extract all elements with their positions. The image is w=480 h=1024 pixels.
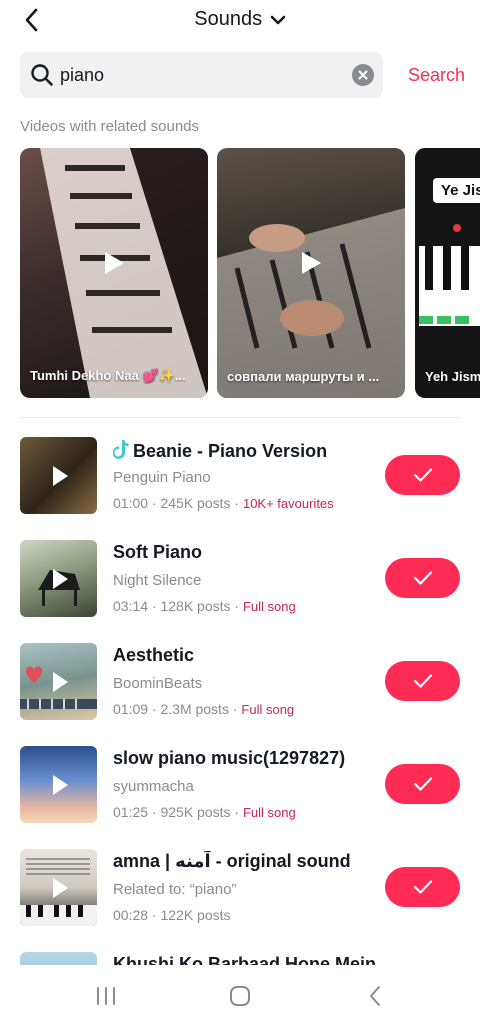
sound-meta-row: 01:09 · 2.3M posts · Full song [113, 701, 378, 717]
sound-thumbnail[interactable] [20, 643, 97, 720]
video-overlay-text: Ye Jis [433, 178, 480, 203]
video-card[interactable]: Ye Jis Yeh Jism [415, 148, 480, 398]
sound-meta: 03:14 · 128K posts · [113, 598, 243, 614]
use-sound-button[interactable] [385, 661, 460, 701]
home-icon [230, 986, 250, 1006]
piano-app-image [419, 224, 480, 326]
back-chevron-icon [370, 986, 380, 1006]
check-icon [413, 468, 432, 482]
sounds-title-dropdown[interactable]: Sounds [0, 8, 480, 31]
sound-artist: Penguin Piano [113, 469, 211, 486]
sound-title: Soft Piano [113, 542, 202, 562]
play-icon [302, 252, 321, 274]
sound-tag: 10K+ favourites [242, 496, 334, 511]
sound-thumbnail[interactable] [20, 952, 97, 965]
use-sound-button[interactable] [385, 867, 460, 907]
sound-meta: 00:28 · 122K posts [113, 907, 231, 923]
sound-meta: 01:25 · 925K posts · [113, 804, 243, 820]
related-videos-carousel[interactable]: Tumhi Dekho Naa 💕✨... совпали маршруты и… [20, 148, 480, 398]
check-icon [413, 674, 432, 688]
search-query-text: piano [60, 65, 105, 85]
sound-title: Beanie - Piano Version [133, 441, 328, 461]
sound-meta-row: 00:28 · 122K posts [113, 907, 378, 923]
play-icon [52, 671, 68, 692]
search-row: piano Search [20, 52, 465, 98]
sound-item[interactable]: amna | آمنه - original sound Related to:… [0, 849, 480, 929]
play-icon [105, 252, 124, 274]
video-caption: совпали маршруты и ... [227, 369, 380, 384]
search-icon [31, 64, 53, 86]
sound-artist: syummacha [113, 778, 194, 795]
sound-thumbnail[interactable] [20, 437, 97, 514]
sound-thumbnail[interactable] [20, 746, 97, 823]
sound-title: Aesthetic [113, 645, 195, 665]
use-sound-button[interactable] [385, 764, 460, 804]
check-icon [413, 571, 432, 585]
sound-item[interactable]: slow piano music(1297827) syummacha 01:2… [0, 746, 480, 826]
sound-meta: 01:00 · 245K posts · [113, 495, 243, 511]
tiktok-note-icon [113, 440, 129, 459]
check-icon [413, 777, 432, 791]
sound-tag: Full song [241, 702, 295, 717]
home-button[interactable] [220, 984, 260, 1008]
sound-results-list: Beanie - Piano Version Penguin Piano 01:… [0, 437, 480, 965]
close-icon [358, 70, 368, 80]
sound-artist: Night Silence [113, 572, 202, 589]
sound-item[interactable]: Khushi Ko Barbaad Hone Mein [0, 952, 480, 965]
system-nav-bar [0, 966, 480, 1024]
header: Sounds [0, 0, 480, 40]
sound-thumbnail[interactable] [20, 849, 97, 926]
sound-meta-row: 01:00 · 245K posts · 10K+ favourites [113, 495, 378, 511]
related-videos-label: Videos with related sounds [20, 118, 200, 135]
system-back-button[interactable] [355, 984, 395, 1008]
sound-title: slow piano music(1297827) [113, 748, 346, 768]
page-title: Sounds [194, 8, 263, 30]
search-button[interactable]: Search [408, 65, 465, 86]
sound-item[interactable]: Beanie - Piano Version Penguin Piano 01:… [0, 437, 480, 517]
search-input[interactable]: piano [20, 52, 383, 98]
video-card[interactable]: совпали маршруты и ... [217, 148, 405, 398]
sound-item[interactable]: Aesthetic BoominBeats 01:09 · 2.3M posts… [0, 643, 480, 723]
sound-artist: BoominBeats [113, 675, 203, 692]
sound-tag: Full song [242, 599, 296, 614]
clear-search-button[interactable] [352, 64, 374, 86]
sound-meta-row: 01:25 · 925K posts · Full song [113, 804, 378, 820]
sound-item[interactable]: Soft Piano Night Silence 03:14 · 128K po… [0, 540, 480, 620]
play-icon [52, 877, 68, 898]
sound-title: amna | آمنه - original sound [113, 851, 351, 871]
use-sound-button[interactable] [385, 455, 460, 495]
play-icon [52, 465, 68, 486]
play-icon [52, 568, 68, 589]
video-card[interactable]: Tumhi Dekho Naa 💕✨... [20, 148, 208, 398]
recent-apps-icon [97, 987, 115, 1005]
sound-artist: Related to: “piano” [113, 881, 237, 898]
use-sound-button[interactable] [385, 558, 460, 598]
check-icon [413, 880, 432, 894]
sound-tag: Full song [242, 805, 296, 820]
sound-meta: 01:09 · 2.3M posts · [113, 701, 242, 717]
video-caption: Tumhi Dekho Naa 💕✨... [30, 368, 186, 383]
sound-thumbnail[interactable] [20, 540, 97, 617]
divider [20, 417, 460, 418]
recent-apps-button[interactable] [86, 984, 126, 1008]
sound-title-row: Beanie - Piano Version [113, 439, 378, 463]
chevron-down-icon [270, 15, 286, 25]
sound-title: Khushi Ko Barbaad Hone Mein [113, 954, 377, 965]
play-icon [52, 774, 68, 795]
video-caption: Yeh Jism [425, 369, 480, 384]
sound-meta-row: 03:14 · 128K posts · Full song [113, 598, 378, 614]
